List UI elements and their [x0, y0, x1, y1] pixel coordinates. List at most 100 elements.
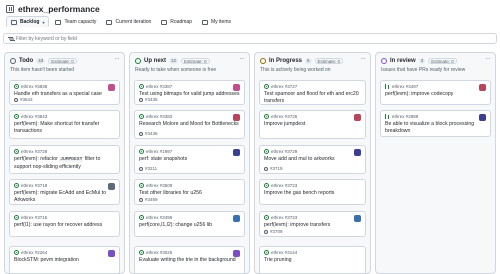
assignee-avatar[interactable] — [479, 84, 486, 91]
issue-card[interactable]: ethrex #3144 Trie pruning — [259, 246, 366, 273]
card-title[interactable]: Be able to visualize a block processing … — [385, 121, 486, 134]
linked-pr[interactable]: #3469 — [139, 197, 158, 202]
card-title[interactable]: perf: state snapshots — [139, 156, 240, 163]
status-circle-icon — [381, 58, 387, 64]
card-meta: ethrex #3025 — [139, 250, 172, 255]
issue-card[interactable]: ethrex #3729 Move add and mul to arkworks… — [259, 145, 366, 174]
assignee-avatar[interactable] — [354, 114, 361, 121]
issue-card[interactable]: ethrex #3509 Test other libraries for u25… — [134, 179, 245, 205]
card-meta: ethrex #2889 — [385, 114, 418, 119]
tab-roadmap[interactable]: Roadmap — [157, 16, 196, 28]
table-icon — [201, 19, 208, 25]
issue-card[interactable]: ethrex #3838 Handle eth transfers as a sp… — [9, 80, 120, 105]
issue-reference: ethrex #3144 — [271, 250, 298, 255]
column-title: Todo — [19, 58, 34, 64]
card-meta: ethrex #3715 — [14, 215, 47, 220]
column-header: In Progress 5 Estimate: 0 — [260, 57, 344, 65]
column-menu-icon[interactable]: ··· — [240, 56, 245, 62]
card-title[interactable]: Improve jumpdest — [264, 121, 361, 128]
card-title[interactable]: perf(levm): improve codecopy — [385, 91, 486, 98]
pull-request-icon — [385, 84, 390, 89]
issue-reference: ethrex #3728 — [21, 149, 48, 154]
open-issue-icon — [14, 250, 19, 255]
card-title[interactable]: Test spamoor and flood for eth and erc20… — [264, 91, 361, 104]
card-title[interactable]: BlockSTM: pevm integration — [14, 257, 115, 264]
open-issue-icon — [264, 114, 269, 119]
issue-card[interactable]: ethrex #3715 perf(l1): use rayon for reco… — [9, 211, 120, 237]
filter-input[interactable] — [16, 35, 216, 42]
tab-team-capacity[interactable]: Team capacity — [51, 16, 100, 28]
assignee-avatar[interactable] — [233, 250, 240, 257]
issue-card[interactable]: ethrex #3497 perf(levm): improve codecopy — [380, 80, 491, 105]
linked-pr[interactable]: #3435 — [139, 97, 158, 102]
issue-reference: ethrex #3383 — [146, 114, 173, 119]
card-title[interactable]: perf(core,l1,l2): change u256 lib — [139, 222, 240, 229]
issue-card[interactable]: ethrex #3843 perf(levm): Make shortcut fo… — [9, 110, 120, 139]
open-issue-icon — [139, 250, 144, 255]
issue-card[interactable]: ethrex #1997 perf: state snapshots #3211 — [134, 145, 245, 174]
column-description: This item hasn't been started — [10, 67, 75, 73]
column-header: Up next 12 Estimate: 0 — [135, 57, 210, 65]
tab-current-iteration[interactable]: Current iteration — [102, 16, 155, 28]
card-title[interactable]: Evaluate writing the trie in the backgro… — [139, 257, 240, 264]
card-meta: ethrex #3723 — [264, 183, 297, 188]
assignee-avatar[interactable] — [233, 149, 240, 156]
tab-label: Backlog — [20, 19, 40, 25]
issue-card[interactable]: ethrex #2889 Be able to visualize a block… — [380, 110, 491, 137]
card-title[interactable]: perf(levm): improve transfers — [264, 222, 361, 229]
open-issue-icon — [14, 84, 19, 89]
card-title[interactable]: perf(levm): migrate EcAdd and EcMul to A… — [14, 190, 115, 203]
card-title[interactable]: perf(levm): Make shortcut for transfer t… — [14, 121, 115, 134]
card-title[interactable]: Test other libraries for u256 — [139, 190, 240, 197]
assignee-avatar[interactable] — [233, 114, 240, 121]
card-title[interactable]: perf(l1): use rayon for recover address — [14, 222, 115, 229]
issue-card[interactable]: ethrex #3727 Test spamoor and flood for e… — [259, 80, 366, 105]
issue-card[interactable]: ethrex #3383 Research Molore and Mood for… — [134, 110, 245, 139]
issue-card[interactable]: ethrex #3726 Improve jumpdest — [259, 110, 366, 139]
tab-label: My items — [210, 19, 231, 25]
card-title[interactable]: Trie pruning — [264, 257, 361, 264]
assignee-avatar[interactable] — [233, 84, 240, 91]
card-meta: ethrex #2264 — [14, 250, 47, 255]
tab-backlog[interactable]: Backlog ▾ — [6, 16, 50, 28]
column-count-badge: 5 — [305, 58, 312, 64]
column-0: Todo 43 Estimate: 0 ··· This item hasn't bee… — [4, 52, 125, 274]
filter-bar[interactable] — [3, 33, 497, 44]
assignee-avatar[interactable] — [108, 183, 115, 190]
open-issue-icon — [139, 114, 144, 119]
assignee-avatar[interactable] — [354, 149, 361, 156]
issue-card[interactable]: ethrex #3723 Improve the gas bench report… — [259, 179, 366, 205]
issue-card[interactable]: ethrex #2264 BlockSTM: pevm integration — [9, 246, 120, 273]
issue-card[interactable]: ethrex #3387 Test using bitmaps for valid… — [134, 80, 245, 105]
card-title[interactable]: perf(levm): refactor JUMPDEST filter to … — [14, 156, 115, 170]
card-title[interactable]: Research Molore and Mood for Bottlenecks — [139, 121, 240, 128]
column-menu-icon[interactable]: ··· — [115, 56, 120, 62]
assignee-avatar[interactable] — [108, 250, 115, 257]
issue-card[interactable]: ethrex #3728 perf(levm): refactor JUMPDES… — [9, 145, 120, 174]
column-menu-icon[interactable]: ··· — [361, 56, 366, 62]
linked-pr[interactable]: #3709 — [264, 229, 283, 234]
column-estimate-badge: Estimate: 0 — [48, 58, 77, 64]
linked-pr[interactable]: #3719 — [264, 166, 283, 171]
issue-card[interactable]: ethrex #3496 perf(core,l1,l2): change u25… — [134, 211, 245, 237]
chevron-down-icon[interactable]: ▾ — [42, 20, 44, 25]
issue-card[interactable]: ethrex #3719 perf(levm): migrate EcAdd an… — [9, 179, 120, 205]
linked-pr[interactable]: #3436 — [139, 131, 158, 136]
project-title-row: ethrex_performance — [6, 2, 100, 16]
assignee-avatar[interactable] — [108, 84, 115, 91]
assignee-avatar[interactable] — [233, 215, 240, 222]
issue-reference: ethrex #3025 — [146, 250, 173, 255]
card-title[interactable]: Move add and mul to arkworks — [264, 156, 361, 163]
linked-pr[interactable]: #3211 — [139, 166, 157, 171]
tab-my-items[interactable]: My items — [198, 16, 235, 28]
card-meta: ethrex #3719 — [14, 183, 47, 188]
assignee-avatar[interactable] — [354, 215, 361, 222]
issue-reference: ethrex #3719 — [21, 183, 48, 188]
linked-pr[interactable]: #3643 — [14, 97, 33, 102]
issue-reference: ethrex #3387 — [146, 84, 173, 89]
assignee-avatar[interactable] — [479, 114, 486, 121]
issue-card[interactable]: ethrex #3723 perf(levm): improve transfer… — [259, 211, 366, 237]
card-title[interactable]: Improve the gas bench reports — [264, 190, 361, 197]
issue-card[interactable]: ethrex #3025 Evaluate writing the trie in… — [134, 246, 245, 273]
column-menu-icon[interactable]: ··· — [486, 56, 491, 62]
